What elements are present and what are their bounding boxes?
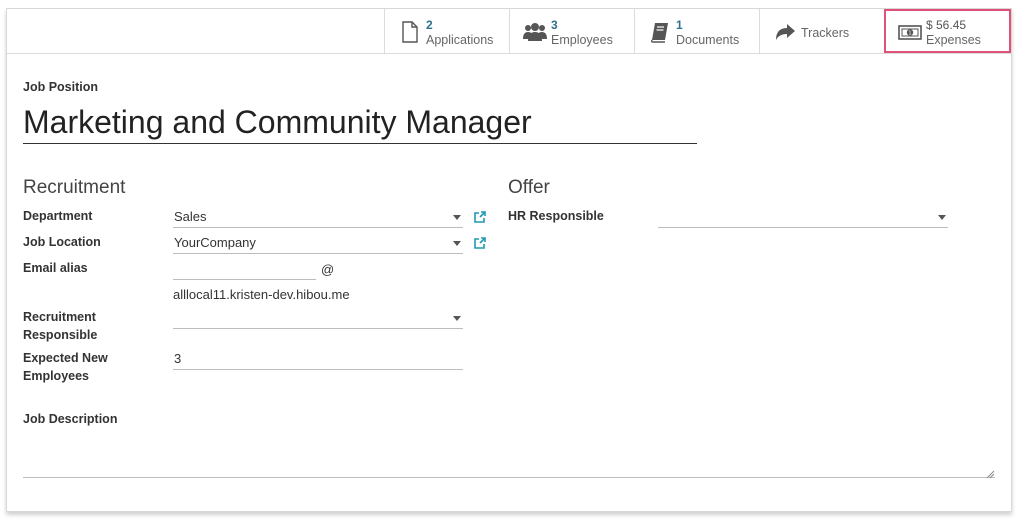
employees-count: 3 xyxy=(551,18,558,32)
documents-button[interactable]: 1 Documents xyxy=(634,9,760,53)
expenses-button[interactable]: 1 $ 56.45 Expenses xyxy=(884,9,1011,53)
job-location-label: Job Location xyxy=(23,235,101,249)
employees-label: Employees xyxy=(551,33,613,47)
email-alias-label: Email alias xyxy=(23,261,88,275)
documents-label: Documents xyxy=(676,33,740,47)
external-link-icon[interactable] xyxy=(473,236,487,250)
expected-new-employees-label-line2: Employees xyxy=(23,369,90,383)
employees-button[interactable]: 3 Employees xyxy=(509,9,635,53)
form-sheet: 2 Applications 3 Employees 1 Documents T… xyxy=(6,8,1012,512)
svg-text:1: 1 xyxy=(908,31,911,37)
chevron-down-icon xyxy=(453,215,461,220)
email-alias-at-sign: @ xyxy=(321,262,335,277)
chevron-down-icon xyxy=(453,316,461,321)
expected-new-employees-label-line1: Expected New xyxy=(23,351,108,365)
chevron-down-icon xyxy=(453,241,461,246)
expenses-label: Expenses xyxy=(926,33,981,47)
documents-count: 1 xyxy=(676,18,683,32)
job-description-textarea[interactable] xyxy=(23,439,995,479)
department-label: Department xyxy=(23,209,93,223)
recruitment-responsible-select[interactable] xyxy=(173,308,463,329)
job-position-label: Job Position xyxy=(23,80,98,94)
smart-button-bar: 2 Applications 3 Employees 1 Documents T… xyxy=(7,9,1011,54)
job-position-input[interactable]: Marketing and Community Manager xyxy=(23,101,697,144)
trackers-button[interactable]: Trackers xyxy=(759,9,885,53)
applications-count: 2 xyxy=(426,18,433,32)
recruitment-responsible-label-line2: Responsible xyxy=(23,328,98,342)
job-description-label: Job Description xyxy=(23,412,118,426)
trackers-label: Trackers xyxy=(801,26,850,40)
resize-grip-icon[interactable] xyxy=(986,466,995,479)
offer-heading: Offer xyxy=(508,177,550,198)
recruitment-responsible-label-line1: Recruitment xyxy=(23,310,96,324)
hr-responsible-label: HR Responsible xyxy=(508,209,604,223)
external-link-icon[interactable] xyxy=(473,210,487,224)
job-location-value: YourCompany xyxy=(174,235,256,250)
applications-label: Applications xyxy=(426,33,494,47)
expected-new-employees-input[interactable]: 3 xyxy=(173,349,463,370)
email-alias-domain: alllocal11.kristen-dev.hibou.me xyxy=(173,287,350,302)
department-select[interactable]: Sales xyxy=(173,207,463,228)
share-arrow-icon xyxy=(773,21,797,43)
money-icon: 1 xyxy=(898,21,922,43)
expected-new-employees-value: 3 xyxy=(174,351,182,366)
job-location-select[interactable]: YourCompany xyxy=(173,233,463,254)
department-value: Sales xyxy=(174,209,207,224)
email-alias-input[interactable] xyxy=(173,259,316,280)
hr-responsible-select[interactable] xyxy=(658,207,948,228)
users-icon xyxy=(523,21,547,43)
chevron-down-icon xyxy=(938,215,946,220)
recruitment-heading: Recruitment xyxy=(23,177,126,198)
expenses-amount: $ 56.45 xyxy=(926,18,967,32)
applications-button[interactable]: 2 Applications xyxy=(384,9,510,53)
book-icon xyxy=(648,21,672,43)
file-icon xyxy=(398,21,422,43)
